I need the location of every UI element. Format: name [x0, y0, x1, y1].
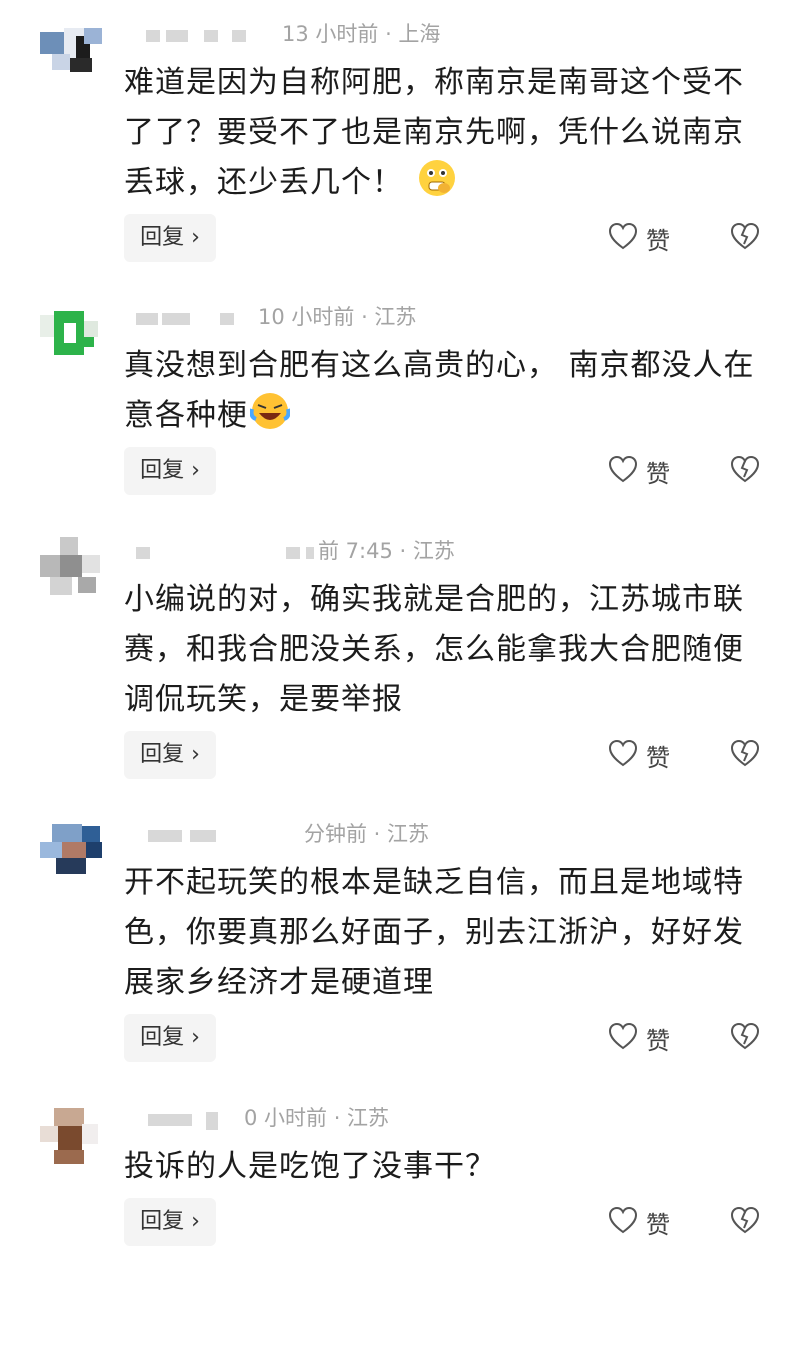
- grimace-emoji-icon: [417, 158, 457, 214]
- comment-meta: 分钟前 · 江苏: [304, 822, 430, 846]
- comment-text: 开不起玩笑的根本是缺乏自信，而且是地域特色，你要真那么好面子，别去江浙沪，好好发…: [124, 865, 744, 1000]
- comment-text: 真没想到合肥有这么高贵的心， 南京都没人在意各种梗: [124, 341, 764, 447]
- like-button[interactable]: 赞: [608, 1198, 670, 1246]
- comment-meta: 10 小时前 · 江苏: [258, 305, 417, 329]
- comment-meta: 前 7:45 · 江苏: [318, 539, 455, 563]
- comment-item: 0 小时前 · 江苏 投诉的人是吃饱了没事干？ 回复 › 赞: [0, 1084, 800, 1367]
- like-label: 赞: [646, 1210, 670, 1239]
- reply-button[interactable]: 回复 ›: [124, 731, 216, 779]
- username-blurred[interactable]: [140, 826, 260, 846]
- username-blurred[interactable]: [136, 543, 314, 563]
- like-button[interactable]: 赞: [608, 731, 670, 779]
- like-button[interactable]: 赞: [608, 447, 670, 495]
- comment-meta: 13 小时前 · 上海: [282, 22, 441, 46]
- heart-icon: [608, 1206, 638, 1238]
- broken-heart-icon: [730, 1206, 760, 1238]
- avatar[interactable]: [40, 531, 112, 603]
- comment-item: 前 7:45 · 江苏 小编说的对，确实我就是合肥的，江苏城市联赛，和我合肥没关…: [0, 517, 800, 800]
- avatar[interactable]: [40, 14, 112, 86]
- comment-item: 13 小时前 · 上海 难道是因为自称阿肥，称南京是南哥这个受不了了？要受不了也…: [0, 0, 800, 283]
- like-label: 赞: [646, 743, 670, 772]
- like-button[interactable]: 赞: [608, 1014, 670, 1062]
- heart-icon: [608, 455, 638, 487]
- username-blurred[interactable]: [136, 309, 260, 329]
- avatar[interactable]: [40, 297, 112, 369]
- dislike-button[interactable]: [730, 447, 760, 495]
- reply-button[interactable]: 回复 ›: [124, 1198, 216, 1246]
- broken-heart-icon: [730, 455, 760, 487]
- heart-icon: [608, 739, 638, 771]
- like-button[interactable]: 赞: [608, 214, 670, 262]
- heart-icon: [608, 1022, 638, 1054]
- heart-icon: [608, 222, 638, 254]
- avatar[interactable]: [40, 1098, 112, 1170]
- comment-item: 分钟前 · 江苏 开不起玩笑的根本是缺乏自信，而且是地域特色，你要真那么好面子，…: [0, 800, 800, 1083]
- broken-heart-icon: [730, 1022, 760, 1054]
- reply-button[interactable]: 回复 ›: [124, 1014, 216, 1062]
- reply-button[interactable]: 回复 ›: [124, 447, 216, 495]
- like-label: 赞: [646, 459, 670, 488]
- dislike-button[interactable]: [730, 1014, 760, 1062]
- broken-heart-icon: [730, 739, 760, 771]
- reply-button[interactable]: 回复 ›: [124, 214, 216, 262]
- username-blurred[interactable]: [140, 1110, 260, 1130]
- dislike-button[interactable]: [730, 1198, 760, 1246]
- dislike-button[interactable]: [730, 731, 760, 779]
- broken-heart-icon: [730, 222, 760, 254]
- comment-text: 小编说的对，确实我就是合肥的，江苏城市联赛，和我合肥没关系，怎么能拿我大合肥随便…: [124, 582, 744, 717]
- comment-text: 难道是因为自称阿肥，称南京是南哥这个受不了了？要受不了也是南京先啊，凭什么说南京…: [124, 58, 764, 214]
- laughing-crying-icon: [249, 391, 291, 447]
- like-label: 赞: [646, 226, 670, 255]
- username-blurred[interactable]: [140, 26, 260, 46]
- like-label: 赞: [646, 1026, 670, 1055]
- comment-text: 投诉的人是吃饱了没事干？: [124, 1149, 496, 1184]
- dislike-button[interactable]: [730, 214, 760, 262]
- comment-meta: 0 小时前 · 江苏: [244, 1106, 390, 1130]
- avatar[interactable]: [40, 814, 112, 886]
